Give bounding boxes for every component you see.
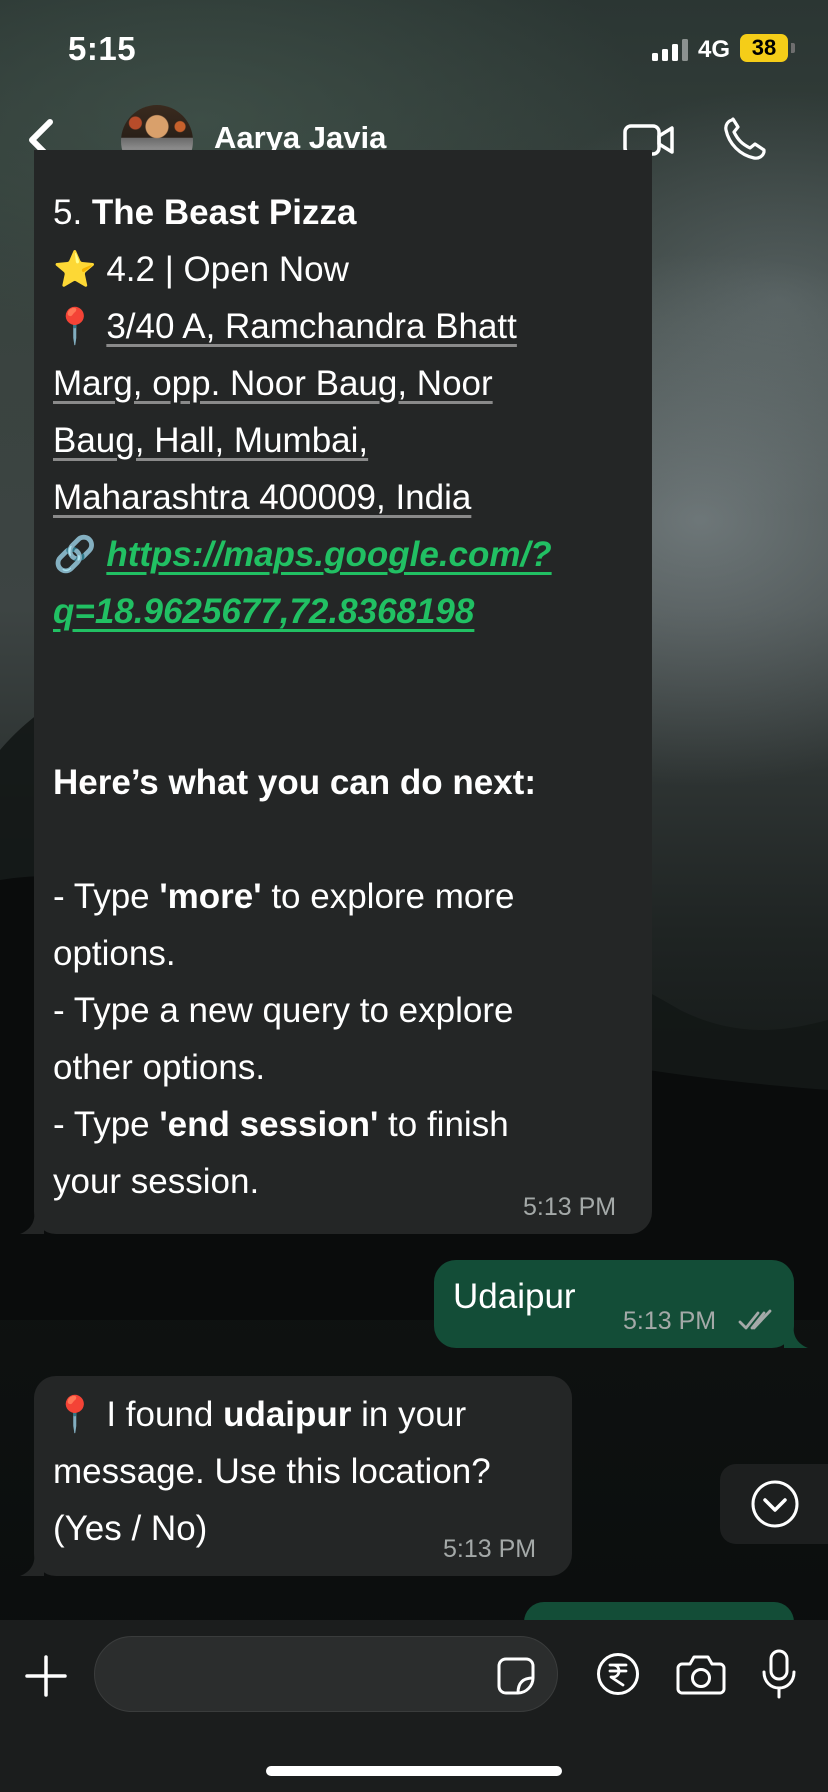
option-text: - Type <box>53 1105 160 1144</box>
message-input[interactable] <box>94 1636 558 1712</box>
scroll-to-bottom-button[interactable] <box>720 1464 828 1544</box>
message-timestamp: 5:13 PM <box>443 1535 537 1563</box>
star-icon: ⭐ <box>53 250 97 289</box>
option-text: your session. <box>53 1162 260 1201</box>
bubble-tail <box>20 1552 44 1576</box>
option-text: - Type a new query to explore <box>53 991 514 1030</box>
option-text: to explore more <box>261 877 515 916</box>
address-line[interactable]: Maharashtra 400009, India <box>53 478 471 517</box>
message-text-part: I found <box>96 1395 224 1434</box>
message-timestamp: 5:13 PM <box>523 1193 617 1221</box>
address-line[interactable]: 3/40 A, Ramchandra Bhatt <box>106 307 517 346</box>
option-text: options. <box>53 934 176 973</box>
location-pin-icon: 📍 <box>53 1395 97 1434</box>
message-bubble-outgoing[interactable]: Udaipur 5:13 PM <box>434 1260 794 1348</box>
status-bar: 5:15 4G 38 <box>0 0 828 100</box>
message-text-part: (Yes / No) <box>53 1509 208 1548</box>
option-text: to finish <box>378 1105 509 1144</box>
message-text: 5. The Beast Pizza ⭐ 4.2 | Open Now 📍 3/… <box>53 184 643 1210</box>
detected-location: udaipur <box>223 1395 352 1434</box>
sticker-icon[interactable] <box>496 1656 536 1696</box>
double-check-icon <box>738 1309 776 1333</box>
restaurant-name: The Beast Pizza <box>91 193 357 232</box>
option-keyword: 'more' <box>159 877 262 916</box>
result-number: 5. <box>53 193 92 232</box>
message-text: 📍 I found udaipur in your message. Use t… <box>53 1386 565 1557</box>
battery-level: 38 <box>740 34 788 62</box>
battery-nub <box>791 43 795 53</box>
bubble-tail <box>20 1210 44 1234</box>
maps-link[interactable]: q=18.9625677,72.8368198 <box>53 592 474 631</box>
camera-icon[interactable] <box>676 1652 726 1696</box>
plus-icon[interactable] <box>24 1654 68 1698</box>
option-text: other options. <box>53 1048 266 1087</box>
option-text: - Type <box>53 877 160 916</box>
message-text: Udaipur <box>453 1277 576 1316</box>
message-bubble-incoming[interactable]: 5. The Beast Pizza ⭐ 4.2 | Open Now 📍 3/… <box>34 150 652 1234</box>
network-type: 4G <box>698 36 731 63</box>
bubble-tail <box>784 1324 808 1348</box>
rupee-icon[interactable] <box>596 1652 640 1696</box>
address-line[interactable]: Marg, opp. Noor Baug, Noor <box>53 364 493 403</box>
link-icon: 🔗 <box>53 535 97 574</box>
message-timestamp: 5:13 PM <box>623 1307 717 1335</box>
address-line[interactable]: Baug, Hall, Mumbai, <box>53 421 368 460</box>
rating-status: 4.2 | Open Now <box>96 250 349 289</box>
status-time: 5:15 <box>68 30 137 67</box>
message-bubble-incoming[interactable]: 📍 I found udaipur in your message. Use t… <box>34 1376 572 1576</box>
message-text-part: in your <box>351 1395 467 1434</box>
phone-icon[interactable] <box>722 116 766 162</box>
message-input-bar <box>0 1620 828 1792</box>
option-keyword: 'end session' <box>159 1105 379 1144</box>
home-indicator <box>266 1766 562 1776</box>
message-text-part: message. Use this location? <box>53 1452 491 1491</box>
location-pin-icon: 📍 <box>53 307 97 346</box>
chevron-down-circle-icon <box>751 1480 799 1528</box>
cellular-signal-icon <box>652 39 688 61</box>
next-steps-heading: Here’s what you can do next: <box>53 763 536 802</box>
maps-link[interactable]: https://maps.google.com/? <box>106 535 551 574</box>
microphone-icon[interactable] <box>760 1648 798 1700</box>
